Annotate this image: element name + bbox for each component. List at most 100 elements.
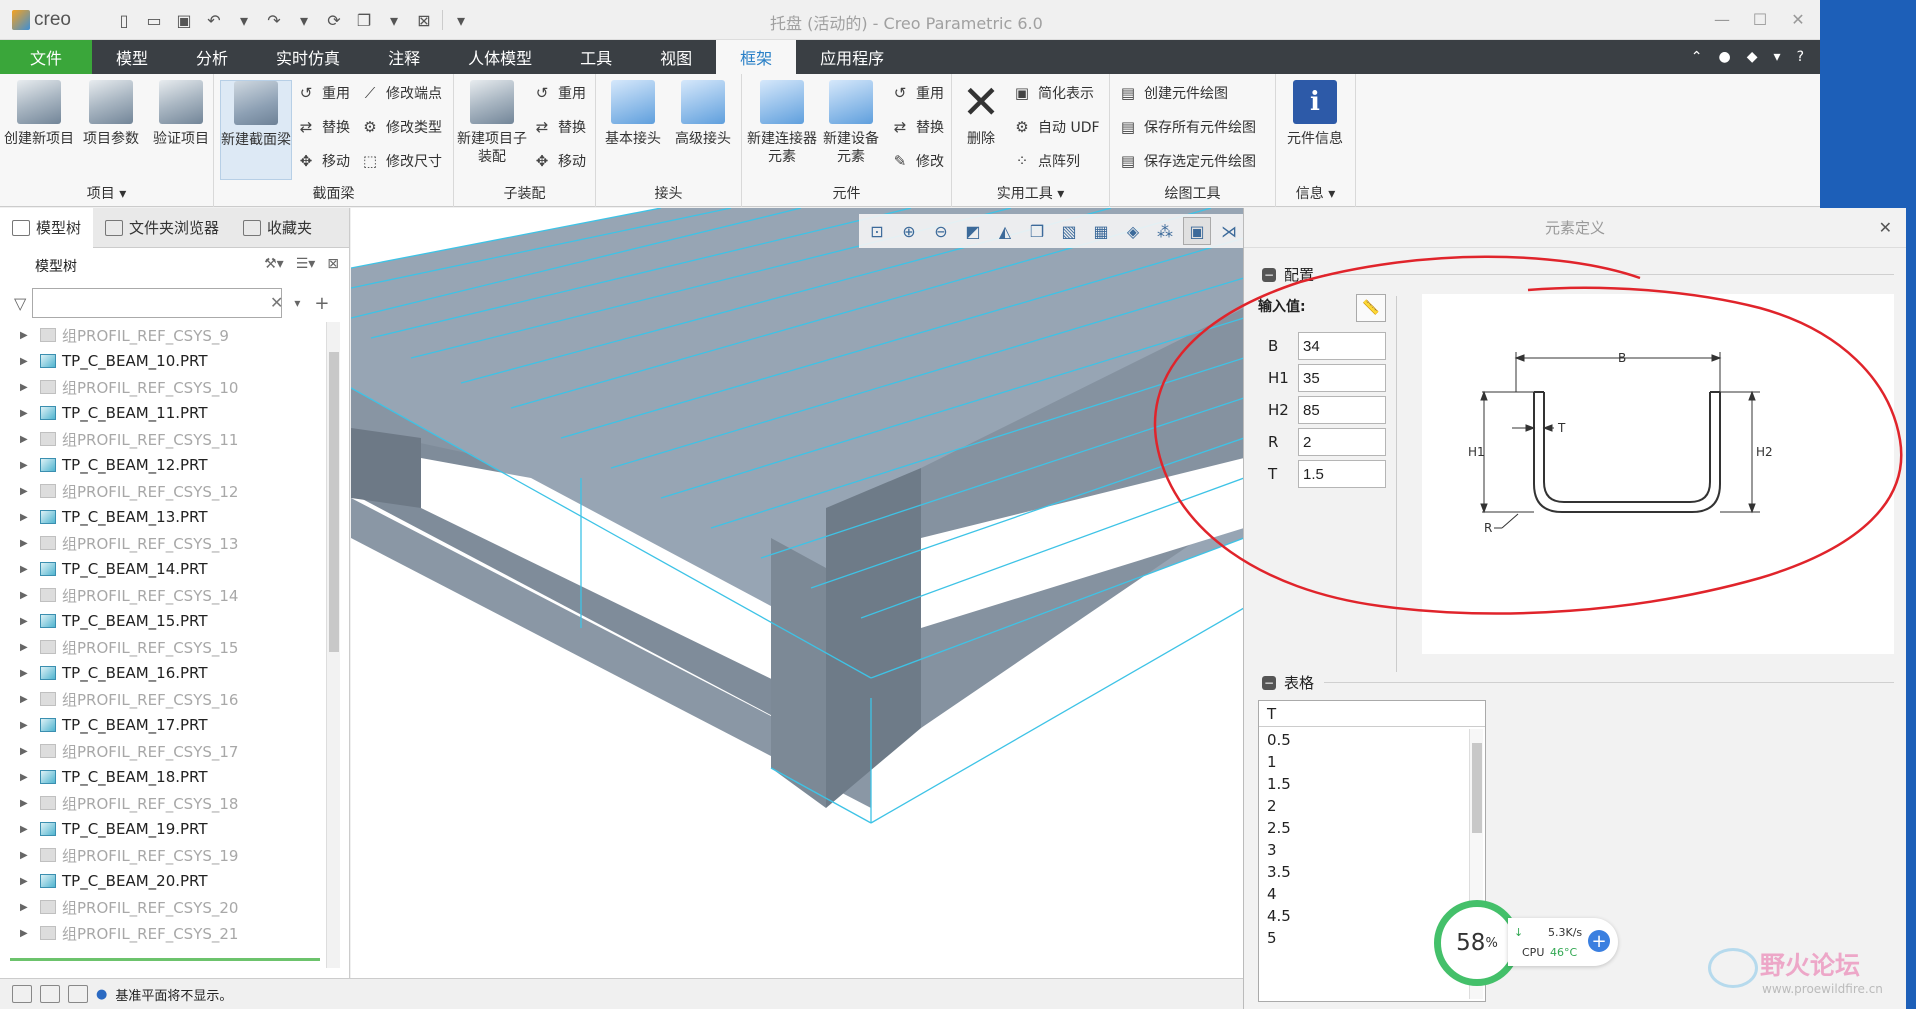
save-icon[interactable]: ▣: [172, 8, 196, 32]
expand-arrow-icon[interactable]: ▶: [20, 850, 34, 861]
param-t-input[interactable]: [1298, 460, 1386, 488]
param-h1-input[interactable]: [1298, 364, 1386, 392]
point-pattern-button[interactable]: ⁘ 点阵列: [1012, 148, 1080, 174]
save-selected-drawings-button[interactable]: ▤ 保存选定元件绘图: [1118, 148, 1256, 174]
learning-icon[interactable]: ◆: [1747, 49, 1758, 65]
table-section-header[interactable]: − 表格: [1262, 672, 1314, 693]
expand-arrow-icon[interactable]: ▶: [20, 590, 34, 601]
windows-dropdown-icon[interactable]: ▾: [382, 8, 406, 32]
subasm-reuse-button[interactable]: ↺ 重用: [532, 80, 586, 106]
tree-item[interactable]: ▶ TP_C_BEAM_19.PRT: [0, 816, 330, 842]
datum-display-icon[interactable]: ⁂: [1151, 217, 1179, 245]
tree-item[interactable]: ▶ 组PROFIL_REF_CSYS_16: [0, 686, 330, 712]
expand-arrow-icon[interactable]: ▶: [20, 876, 34, 887]
expand-arrow-icon[interactable]: ▶: [20, 902, 34, 913]
table-row[interactable]: 0.5: [1267, 729, 1291, 751]
open-file-icon[interactable]: ▭: [142, 8, 166, 32]
element-info-button[interactable]: i 元件信息: [1280, 80, 1350, 180]
element-replace-button[interactable]: ⇄ 替换: [890, 114, 944, 140]
zoom-in-icon[interactable]: ⊕: [895, 217, 923, 245]
close-icon[interactable]: ✕: [1786, 6, 1810, 32]
tree-item[interactable]: ▶ 组PROFIL_REF_CSYS_13: [0, 530, 330, 556]
tab-file[interactable]: 文件: [0, 40, 93, 74]
spin-center-icon[interactable]: ⋊: [1215, 217, 1243, 245]
tree-item[interactable]: ▶ TP_C_BEAM_18.PRT: [0, 764, 330, 790]
tree-item[interactable]: ▶ 组PROFIL_REF_CSYS_11: [0, 426, 330, 452]
ribbon-group-title[interactable]: 项目 ▾: [0, 183, 213, 203]
element-modify-button[interactable]: ✎ 修改: [890, 148, 944, 174]
undo-icon[interactable]: ↶: [202, 8, 226, 32]
expand-arrow-icon[interactable]: ▶: [20, 434, 34, 445]
expand-arrow-icon[interactable]: ▶: [20, 720, 34, 731]
expand-arrow-icon[interactable]: ▶: [20, 616, 34, 627]
table-row[interactable]: 1: [1267, 751, 1291, 773]
fullscreen-icon[interactable]: [68, 985, 88, 1003]
project-params-button[interactable]: 项目参数: [76, 80, 146, 180]
refit-icon[interactable]: ⊡: [863, 217, 891, 245]
tree-item[interactable]: ▶ TP_C_BEAM_20.PRT: [0, 868, 330, 894]
redo-icon[interactable]: ↷: [262, 8, 286, 32]
modify-endpoint-button[interactable]: ⟋ 修改端点: [360, 80, 442, 106]
table-row[interactable]: 2: [1267, 795, 1291, 817]
expand-arrow-icon[interactable]: ▶: [20, 772, 34, 783]
tree-item[interactable]: ▶ 组PROFIL_REF_CSYS_21: [0, 920, 330, 946]
maximize-icon[interactable]: ☐: [1748, 6, 1772, 32]
tab-annotate[interactable]: 注释: [364, 40, 444, 74]
tab-manikin[interactable]: 人体模型: [444, 40, 556, 74]
tab-live-simulation[interactable]: 实时仿真: [252, 40, 364, 74]
param-r-input[interactable]: [1298, 428, 1386, 456]
tree-item[interactable]: ▶ TP_C_BEAM_16.PRT: [0, 660, 330, 686]
tab-folder-browser[interactable]: 文件夹浏览器: [93, 208, 231, 248]
zoom-out-icon[interactable]: ⊖: [927, 217, 955, 245]
tab-applications[interactable]: 应用程序: [796, 40, 908, 74]
advanced-joint-button[interactable]: 高级接头: [668, 80, 738, 180]
expand-arrow-icon[interactable]: ▶: [20, 824, 34, 835]
tab-framework[interactable]: 框架: [716, 40, 797, 74]
tab-favorites[interactable]: 收藏夹: [231, 208, 324, 248]
view-manager-icon[interactable]: ▦: [1087, 217, 1115, 245]
display-style-icon[interactable]: ❒: [1023, 217, 1051, 245]
save-all-drawings-button[interactable]: ▤ 保存所有元件绘图: [1118, 114, 1256, 140]
new-device-element-button[interactable]: 新建设备元素: [818, 80, 884, 180]
ribbon-group-title[interactable]: 信息 ▾: [1276, 183, 1355, 203]
auto-udf-button[interactable]: ⚙ 自动 UDF: [1012, 114, 1099, 140]
tree-item[interactable]: ▶ 组PROFIL_REF_CSYS_12: [0, 478, 330, 504]
modify-type-button[interactable]: ⚙ 修改类型: [360, 114, 442, 140]
tree-filter-toggle-icon[interactable]: ⊠: [327, 256, 339, 272]
expand-arrow-icon[interactable]: ▶: [20, 356, 34, 367]
clear-search-icon[interactable]: ✕: [270, 293, 283, 312]
expand-arrow-icon[interactable]: ▶: [20, 330, 34, 341]
ribbon-group-title[interactable]: 实用工具 ▾: [952, 183, 1109, 203]
windows-icon[interactable]: ❐: [352, 8, 376, 32]
table-row[interactable]: 4: [1267, 883, 1291, 905]
table-row[interactable]: 4.5: [1267, 905, 1291, 927]
table-row[interactable]: 3: [1267, 839, 1291, 861]
search-dropdown-icon[interactable]: ▾: [294, 296, 300, 310]
minimize-icon[interactable]: —: [1710, 6, 1734, 32]
help-icon[interactable]: ?: [1797, 49, 1804, 65]
expand-arrow-icon[interactable]: ▶: [20, 512, 34, 523]
new-connector-element-button[interactable]: 新建连接器元素: [746, 80, 818, 180]
tree-settings-icon[interactable]: ⚒▾: [264, 256, 284, 272]
create-drawing-button[interactable]: ▤ 创建元件绘图: [1118, 80, 1228, 106]
tree-scrollbar-thumb[interactable]: [329, 352, 339, 652]
perspective-icon[interactable]: ◭: [991, 217, 1019, 245]
table-column-header[interactable]: T: [1259, 701, 1485, 727]
expand-arrow-icon[interactable]: ▶: [20, 564, 34, 575]
beam-move-button[interactable]: ✥ 移动: [296, 148, 350, 174]
collapse-icon[interactable]: −: [1262, 675, 1276, 690]
table-row[interactable]: 5: [1267, 927, 1291, 949]
tree-item[interactable]: ▶ TP_C_BEAM_15.PRT: [0, 608, 330, 634]
undo-dropdown-icon[interactable]: ▾: [232, 8, 256, 32]
expand-arrow-icon[interactable]: ▶: [20, 668, 34, 679]
table-row[interactable]: 2.5: [1267, 817, 1291, 839]
tree-item[interactable]: ▶ 组PROFIL_REF_CSYS_14: [0, 582, 330, 608]
settings-dropdown-icon[interactable]: ▾: [1774, 49, 1781, 65]
tree-item[interactable]: ▶ TP_C_BEAM_12.PRT: [0, 452, 330, 478]
collapse-ribbon-icon[interactable]: ⌃: [1691, 49, 1703, 65]
layout-icon[interactable]: [12, 985, 32, 1003]
delete-button[interactable]: ✕ 删除: [954, 79, 1008, 180]
close-window-icon[interactable]: ⊠: [412, 8, 436, 32]
graphics-viewport[interactable]: ⊡ ⊕ ⊖ ◩ ◭ ❒ ▧ ▦ ◈ ⁂ ▣ ⋊: [351, 208, 1244, 978]
simplified-rep-button[interactable]: ▣ 简化表示: [1012, 80, 1094, 106]
